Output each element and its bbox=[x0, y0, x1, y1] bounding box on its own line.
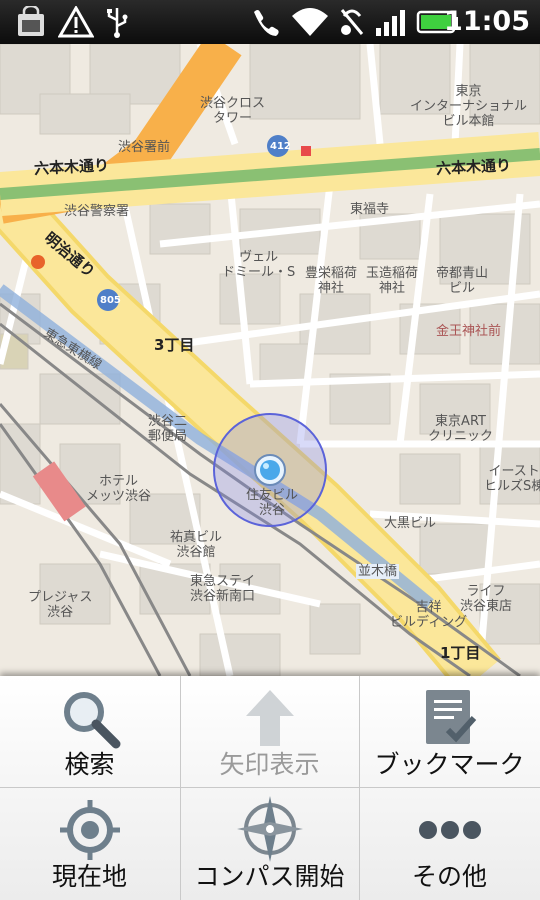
menu-item-label: 矢印表示 bbox=[219, 750, 320, 779]
menu-item-bookmark[interactable]: ブックマーク bbox=[360, 676, 539, 787]
map-label: 東福寺 bbox=[350, 202, 390, 217]
wifi-icon bbox=[292, 8, 328, 36]
menu-item-search[interactable]: 検索 bbox=[0, 676, 179, 787]
call-icon bbox=[254, 10, 279, 36]
map-label: 吉祥 ビルディング bbox=[390, 600, 468, 630]
road-label: 六本木通り bbox=[435, 156, 512, 178]
poi-marker bbox=[31, 255, 45, 269]
compass-icon bbox=[236, 796, 303, 862]
usb-icon bbox=[107, 8, 128, 38]
status-bar: 11:05 bbox=[0, 0, 540, 44]
menu-item-arrow-view[interactable]: 矢印表示 bbox=[180, 676, 359, 787]
menu-item-label: その他 bbox=[411, 862, 487, 891]
menu-item-more[interactable]: その他 bbox=[360, 788, 539, 899]
clock: 11:05 bbox=[444, 6, 530, 37]
search-icon bbox=[63, 692, 120, 749]
map-label: 住友ビル 渋谷 bbox=[246, 488, 299, 518]
shopping-bag-icon bbox=[18, 6, 44, 36]
map-label: 玉造稲荷 神社 bbox=[366, 266, 419, 296]
map-label: ホテル メッツ渋谷 bbox=[86, 474, 152, 504]
menu-item-label: 現在地 bbox=[51, 862, 127, 891]
warning-icon bbox=[58, 6, 94, 38]
map-label: 祐真ビル 渋谷館 bbox=[170, 530, 223, 560]
map-label: プレジャス 渋谷 bbox=[28, 590, 93, 620]
road-label: 1丁目 bbox=[440, 644, 481, 662]
road-label: 六本木通り bbox=[33, 156, 110, 178]
map-label: 東急ステイ 渋谷新南口 bbox=[190, 574, 256, 604]
headset-icon bbox=[340, 9, 364, 35]
map-label: ヴェル ドミール・S bbox=[222, 250, 296, 280]
menu-item-label: 検索 bbox=[64, 750, 115, 779]
map-label: 渋谷署前 bbox=[118, 140, 171, 155]
map-label: 渋谷警察署 bbox=[64, 204, 130, 219]
map-label: 大黒ビル bbox=[384, 516, 437, 531]
map-label: イースト ヒルズS棟 bbox=[484, 464, 540, 494]
route-number: 805 bbox=[100, 295, 121, 306]
menu-item-label: ブックマーク bbox=[374, 750, 525, 779]
map-label: 豊栄稲荷 神社 bbox=[305, 266, 358, 296]
map-label: 東京ART クリニック bbox=[428, 414, 494, 444]
menu-item-label: コンパス開始 bbox=[194, 862, 345, 891]
more-icon bbox=[418, 821, 481, 839]
signal-icon bbox=[376, 10, 405, 36]
menu-item-my-location[interactable]: 現在地 bbox=[0, 788, 179, 899]
arrow-up-icon bbox=[245, 690, 294, 746]
road-label: 3丁目 bbox=[154, 336, 195, 354]
map-label: 並木橋 bbox=[356, 564, 400, 579]
route-number: 412 bbox=[270, 141, 291, 152]
map-label: ライフ 渋谷東店 bbox=[460, 584, 513, 614]
map-view[interactable]: 渋谷クロス タワー 東京 インターナショナル ビル本館 渋谷署前 六本木通り 六… bbox=[0, 44, 540, 676]
map-label: 金王神社前 bbox=[436, 324, 502, 339]
map-label: 東京 インターナショナル ビル本館 bbox=[410, 84, 528, 129]
map-label: 渋谷クロス タワー bbox=[200, 96, 266, 126]
options-menu: 検索 矢印表示 ブックマーク 現在地 コンパス開始 その他 bbox=[0, 676, 540, 900]
menu-item-compass[interactable]: コンパス開始 bbox=[180, 788, 359, 899]
post-office-marker bbox=[301, 146, 311, 156]
my-location-icon bbox=[59, 800, 120, 860]
map-label: 渋谷二 郵便局 bbox=[148, 414, 188, 444]
bookmark-icon bbox=[425, 690, 476, 744]
map-label: 帝都青山 ビル bbox=[436, 266, 489, 296]
